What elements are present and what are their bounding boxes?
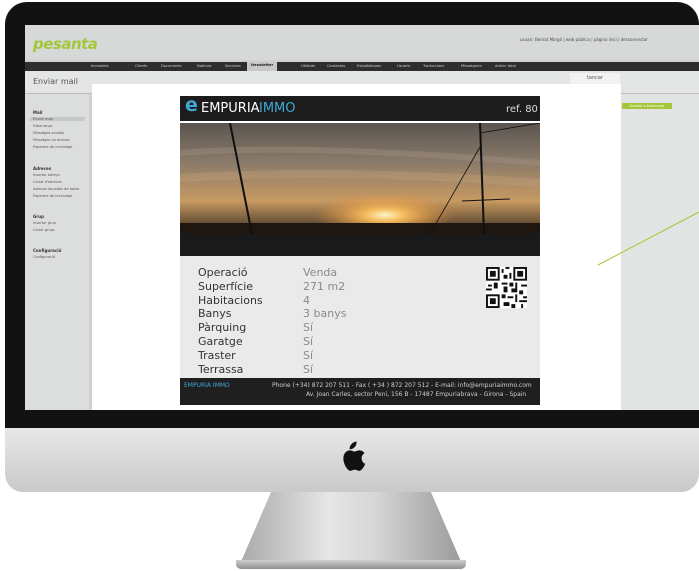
detail-label: Operació [198,266,248,279]
sidebar-item-insertar-grup[interactable]: Insertar grup [33,221,56,225]
save-draft-button[interactable]: Guardar a Esborranys [622,103,672,109]
sidebar-group-mail: Mail [33,110,43,115]
user-bar[interactable]: usuari: Bernat Morgó | web pública | pàg… [520,37,648,42]
brand-name-part2: IMMO [259,101,296,116]
sidebar-item-paperera-adreces[interactable]: Paperera de reciclatge [33,194,72,198]
nav-item-immobles[interactable]: Immobles [91,64,109,68]
detail-label: Traster [198,348,236,362]
nav-item-admin-total[interactable]: Admin total [495,64,516,68]
brand-name-part1: EMPURIA [201,101,260,116]
detail-value: Sí [303,334,314,348]
detail-label: Banys [198,307,232,321]
nav-item-noticies[interactable]: Notícies [197,64,211,68]
detail-value: Venda [303,266,338,279]
detail-label: Pàrquing [198,321,247,335]
sidebar-item-adreces-baixa[interactable]: Adreces donades de baixa [33,187,79,191]
detail-value: Sí [303,362,314,376]
nav-item-utilitats[interactable]: Utilitats [301,64,315,68]
nav-item-estadistiques[interactable]: Estadístiques [357,64,381,68]
sidebar: Mail Enviar mail Esborranys Missatges en… [25,94,89,410]
property-photo [180,123,540,234]
brand-e-icon: e [185,94,198,116]
detail-value: 271 m2 [303,279,346,293]
photo-caption-bar [180,234,540,256]
sidebar-item-esborranys[interactable]: Esborranys [33,124,52,128]
property-ref: ref. 80 [506,104,538,115]
details-labels: Operació Superfície Habitacions Banys Pà… [198,266,263,376]
sidebar-item-missatges-no-enviats[interactable]: Missatges no enviats [33,138,70,142]
sidebar-item-enviar-mail[interactable]: Enviar mail [30,117,85,121]
sidebar-item-paperera-mail[interactable]: Paperera de reciclatge [33,145,72,149]
nav-item-contactes[interactable]: Contactes [327,64,345,68]
nav-item-missatgeria[interactable]: Missatgeria [461,64,482,68]
qr-code-icon [486,267,527,308]
detail-label: Habitacions [198,293,263,307]
footer-brand: EMPURIA IMMO [184,382,230,389]
sidebar-group-grup: Grup [33,214,44,219]
sidebar-item-configuracio[interactable]: Configuració [33,255,55,259]
detail-label: Superfície [198,279,254,293]
nav-item-usuaris[interactable]: Usuaris [397,64,410,68]
nav-item-newsletter[interactable]: Newsletter [247,62,278,71]
detail-value: 3 banys [303,307,347,321]
detail-label: Terrassa [198,362,244,376]
sidebar-group-adreces: Adreces [33,166,52,171]
nav-item-seccions[interactable]: Seccions [225,64,241,68]
app-logo[interactable]: pesanta [33,35,98,53]
top-bar [25,25,699,60]
nav-item-clients[interactable]: Clients [135,64,147,68]
footer-address: Av. Joan Carles, sector Peni, 156 B - 17… [306,391,527,398]
close-button[interactable]: tancar [570,73,620,84]
detail-value: 4 [303,293,310,307]
sidebar-item-llistar-grups[interactable]: Llistar grups [33,228,55,232]
sidebar-group-configuracio: Configuració [33,248,62,253]
detail-label: Garatge [198,334,243,348]
monitor-stand-foot [236,560,466,569]
sidebar-item-missatges-enviats[interactable]: Missatges enviats [33,131,64,135]
main-nav: Immobles Clients Documents Notícies Secc… [25,62,699,71]
right-panel [621,94,699,410]
sidebar-item-llistat-adreces[interactable]: Llistat d'adreces [33,180,62,184]
details-values: Venda 271 m2 4 3 banys Sí Sí Sí Sí [303,266,346,376]
footer-contact: Phone (+34) 872 207 511 - Fax ( +34 ) 87… [272,382,532,389]
page-title: Enviar mail [33,77,78,86]
detail-value: Sí [303,321,314,335]
sidebar-item-insertar-adreca[interactable]: Insertar adreça [33,173,60,177]
apple-logo-icon [343,441,366,471]
detail-value: Sí [303,348,314,362]
monitor-stand [240,492,462,564]
nav-item-documents[interactable]: Documents [161,64,182,68]
nav-item-traduccions[interactable]: Traduccions [423,64,444,68]
